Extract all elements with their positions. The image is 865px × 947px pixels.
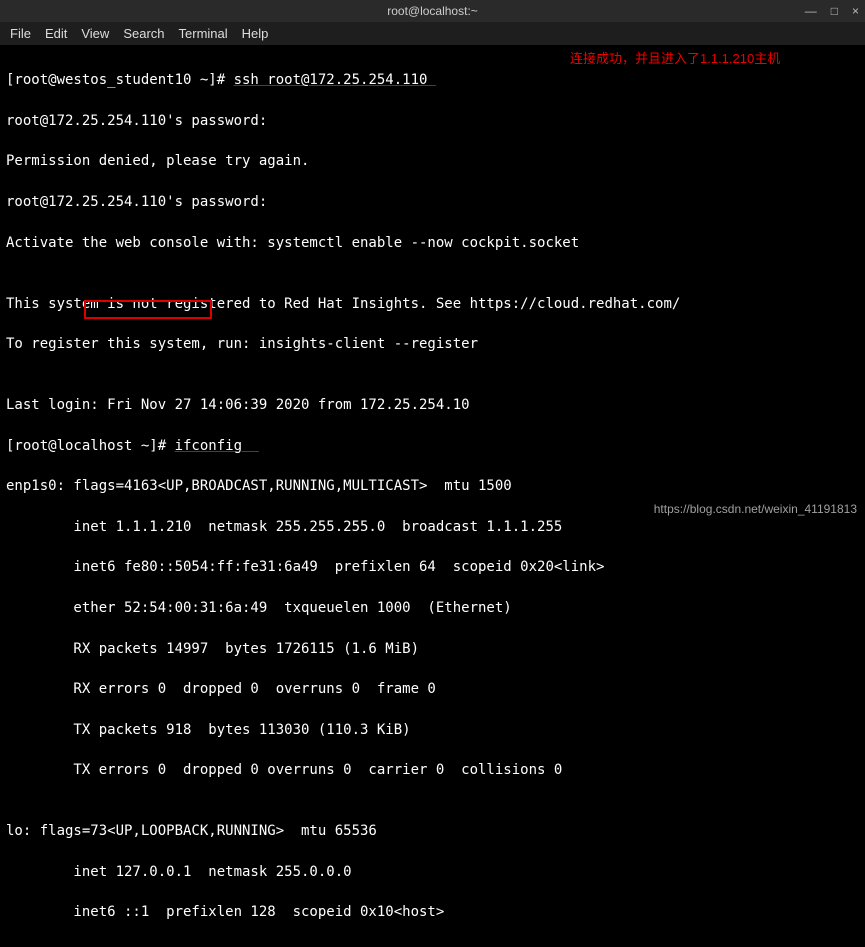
terminal-line: RX packets 14997 bytes 1726115 (1.6 MiB) bbox=[6, 639, 859, 659]
menu-bar: File Edit View Search Terminal Help bbox=[0, 22, 865, 46]
watermark: https://blog.csdn.net/weixin_41191813 bbox=[654, 502, 857, 516]
window-controls: — □ × bbox=[805, 4, 859, 18]
maximize-button[interactable]: □ bbox=[831, 4, 838, 18]
terminal-line: root@172.25.254.110's password: bbox=[6, 192, 859, 212]
ifconfig-command: ifconfig bbox=[175, 438, 259, 454]
terminal-line: TX packets 918 bytes 113030 (110.3 KiB) bbox=[6, 720, 859, 740]
terminal-line: enp1s0: flags=4163<UP,BROADCAST,RUNNING,… bbox=[6, 476, 859, 496]
terminal-line: Permission denied, please try again. bbox=[6, 151, 859, 171]
menu-view[interactable]: View bbox=[81, 26, 109, 41]
terminal-line: RX errors 0 dropped 0 overruns 0 frame 0 bbox=[6, 679, 859, 699]
window-title: root@localhost:~ bbox=[387, 4, 478, 18]
terminal-line: inet 1.1.1.210 netmask 255.255.255.0 bro… bbox=[6, 517, 859, 537]
annotation-text: 连接成功，并且进入了1.1.1.210主机 bbox=[570, 48, 780, 67]
terminal-line: lo: flags=73<UP,LOOPBACK,RUNNING> mtu 65… bbox=[6, 821, 859, 841]
menu-edit[interactable]: Edit bbox=[45, 26, 67, 41]
terminal-line: inet6 fe80::5054:ff:fe31:6a49 prefixlen … bbox=[6, 557, 859, 577]
window-titlebar: root@localhost:~ — □ × bbox=[0, 0, 865, 22]
terminal-line: [root@localhost ~]# ifconfig bbox=[6, 436, 859, 456]
terminal-line: This system is not registered to Red Hat… bbox=[6, 294, 859, 314]
ssh-command: ssh root@172.25.254.110 bbox=[234, 72, 436, 88]
terminal-line: Activate the web console with: systemctl… bbox=[6, 233, 859, 253]
terminal-line: ether 52:54:00:31:6a:49 txqueuelen 1000 … bbox=[6, 598, 859, 618]
menu-help[interactable]: Help bbox=[242, 26, 269, 41]
terminal-line: To register this system, run: insights-c… bbox=[6, 334, 859, 354]
terminal-line: Last login: Fri Nov 27 14:06:39 2020 fro… bbox=[6, 395, 859, 415]
close-button[interactable]: × bbox=[852, 4, 859, 18]
terminal-line: inet 127.0.0.1 netmask 255.0.0.0 bbox=[6, 862, 859, 882]
menu-file[interactable]: File bbox=[10, 26, 31, 41]
terminal-line: root@172.25.254.110's password: bbox=[6, 111, 859, 131]
terminal-line: inet6 ::1 prefixlen 128 scopeid 0x10<hos… bbox=[6, 902, 859, 922]
menu-search[interactable]: Search bbox=[123, 26, 164, 41]
terminal-line: [root@westos_student10 ~]# ssh root@172.… bbox=[6, 70, 859, 90]
terminal-line: TX errors 0 dropped 0 overruns 0 carrier… bbox=[6, 760, 859, 780]
minimize-button[interactable]: — bbox=[805, 4, 817, 18]
menu-terminal[interactable]: Terminal bbox=[179, 26, 228, 41]
terminal-output[interactable]: [root@westos_student10 ~]# ssh root@172.… bbox=[0, 46, 865, 947]
